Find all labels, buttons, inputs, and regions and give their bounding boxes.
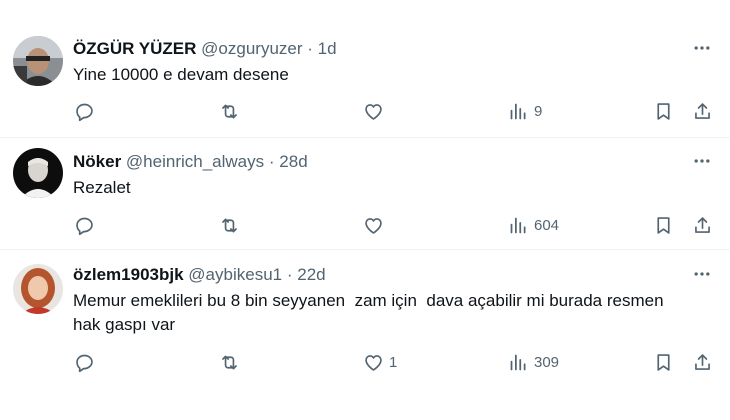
share-button[interactable]	[692, 350, 713, 374]
share-icon	[695, 353, 710, 370]
timestamp[interactable]: 22d	[297, 265, 325, 284]
repost-button[interactable]	[219, 350, 245, 374]
author-handle[interactable]: @heinrich_always	[126, 152, 264, 171]
views-chart-icon	[510, 103, 526, 119]
tweet-text: Memur emeklileri bu 8 bin seyyanen zam i…	[73, 291, 669, 334]
tweet-header: Nöker @heinrich_always · 28d	[73, 151, 308, 173]
tweet-text: Yine 10000 e devam desene	[73, 65, 289, 84]
avatar[interactable]	[13, 36, 63, 86]
heart-icon	[365, 354, 382, 371]
share-button[interactable]	[692, 99, 713, 123]
author-name[interactable]: ÖZGÜR YÜZER	[73, 39, 196, 58]
share-button[interactable]	[692, 213, 713, 237]
reply-button[interactable]	[74, 350, 100, 374]
views-button[interactable]: 309	[508, 350, 559, 374]
like-button[interactable]	[363, 99, 389, 123]
timestamp[interactable]: 28d	[279, 152, 307, 171]
avatar[interactable]	[13, 148, 63, 198]
reply-icon	[76, 217, 93, 235]
timestamp[interactable]: 1d	[318, 39, 337, 58]
bookmark-icon	[657, 353, 670, 371]
views-button[interactable]: 604	[508, 213, 559, 237]
author-handle[interactable]: @ozguryuzer	[201, 39, 302, 58]
more-dots-icon[interactable]	[692, 38, 712, 58]
reply-button[interactable]	[74, 213, 100, 237]
reply-icon	[76, 354, 93, 372]
tweet-header: ÖZGÜR YÜZER @ozguryuzer · 1d	[73, 38, 337, 60]
bookmark-button[interactable]	[653, 213, 674, 237]
like-button[interactable]: 1	[363, 350, 397, 374]
author-name[interactable]: özlem1903bjk	[73, 265, 184, 284]
views-chart-icon	[510, 354, 526, 370]
heart-icon	[365, 217, 382, 234]
heart-icon	[365, 103, 382, 120]
view-count: 309	[534, 353, 560, 371]
bookmark-button[interactable]	[653, 350, 674, 374]
author-name[interactable]: Nöker	[73, 152, 121, 171]
repost-button[interactable]	[219, 99, 245, 123]
avatar[interactable]	[13, 264, 63, 314]
like-button[interactable]	[363, 213, 389, 237]
views-chart-icon	[510, 217, 526, 233]
like-count: 1	[389, 353, 398, 371]
tweet-text: Rezalet	[73, 178, 131, 197]
view-count: 604	[534, 216, 560, 234]
tweet-header: özlem1903bjk @aybikesu1 · 22d	[73, 264, 326, 286]
bookmark-icon	[657, 216, 670, 234]
separator: ·	[268, 152, 275, 171]
action-bar: 604	[0, 213, 730, 237]
repost-button[interactable]	[219, 213, 245, 237]
action-bar: 9	[0, 99, 730, 123]
bookmark-button[interactable]	[653, 99, 674, 123]
separator: ·	[286, 265, 293, 284]
bookmark-icon	[657, 102, 670, 120]
views-button[interactable]: 9	[508, 99, 542, 123]
author-handle[interactable]: @aybikesu1	[188, 265, 282, 284]
repost-icon	[222, 104, 237, 118]
view-count: 9	[534, 102, 543, 120]
reply-button[interactable]	[74, 99, 100, 123]
share-icon	[695, 102, 710, 119]
more-dots-icon[interactable]	[692, 264, 712, 284]
action-bar: 1 309	[0, 350, 730, 374]
share-icon	[695, 216, 710, 233]
more-dots-icon[interactable]	[692, 151, 712, 171]
reply-icon	[76, 103, 93, 121]
separator: ·	[307, 39, 313, 58]
repost-icon	[222, 218, 237, 232]
repost-icon	[222, 355, 237, 369]
